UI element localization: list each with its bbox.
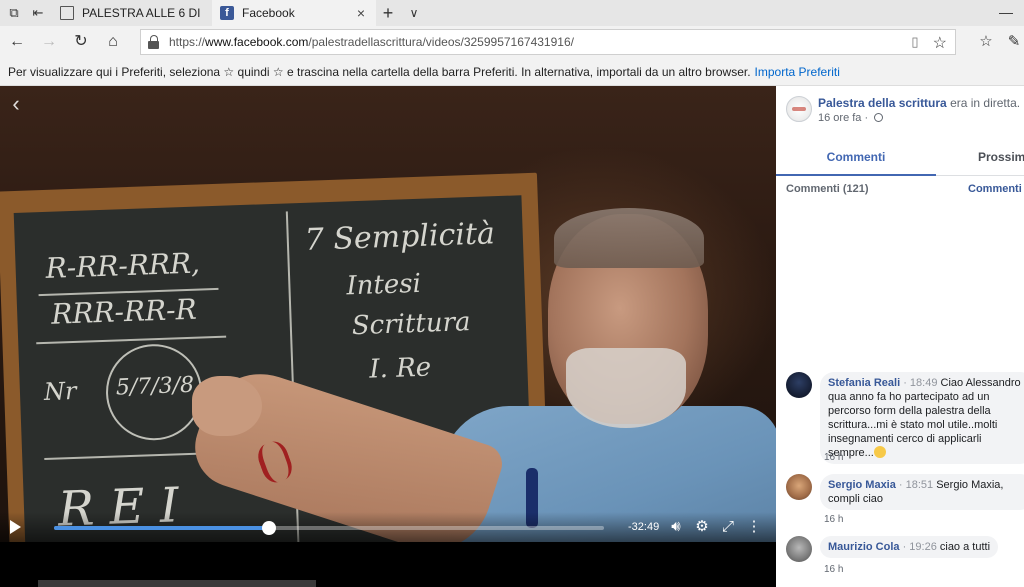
chalk-text: I. Re bbox=[368, 352, 432, 385]
facebook-icon: f bbox=[220, 6, 234, 20]
play-icon[interactable] bbox=[10, 520, 21, 534]
post-panel: Palestra della scrittura era in diretta.… bbox=[776, 86, 1024, 587]
comment-age[interactable]: 16 h bbox=[824, 452, 843, 463]
comment-age[interactable]: 16 h bbox=[824, 514, 843, 525]
lock-icon bbox=[147, 35, 161, 49]
volume-icon[interactable]: 🔊︎ bbox=[666, 517, 686, 537]
comments-sort-dropdown[interactable]: Commenti in bbox=[968, 183, 1024, 195]
tab-title: Facebook bbox=[242, 6, 295, 20]
favorites-bar: Per visualizzare qui i Preferiti, selezi… bbox=[0, 58, 1024, 86]
url-text: https://www.facebook.com/palestradellasc… bbox=[169, 35, 574, 49]
new-tab-button[interactable]: + bbox=[378, 3, 398, 23]
smile-emoji-icon bbox=[873, 446, 886, 458]
globe-icon bbox=[874, 113, 884, 122]
comment-author[interactable]: Maurizio Cola bbox=[828, 541, 900, 553]
comment-bubble: Sergio Maxia · 18:51 Sergio Maxia, compl… bbox=[820, 474, 1024, 510]
avatar[interactable] bbox=[786, 474, 812, 500]
refresh-icon[interactable]: ↻ bbox=[70, 32, 92, 52]
favorites-hub-icon[interactable]: ☆ bbox=[976, 32, 996, 50]
tab-title: PALESTRA ALLE 6 DI SERA: F bbox=[82, 6, 204, 20]
chalk-text: R-RR-RRR, bbox=[45, 246, 201, 285]
address-bar[interactable]: https://www.facebook.com/palestradellasc… bbox=[140, 29, 956, 55]
set-aside-tabs-icon[interactable]: ⇤ bbox=[28, 4, 48, 22]
favorites-hint: Per visualizzare qui i Preferiti, selezi… bbox=[8, 64, 751, 79]
forward-arrow-icon[interactable]: → bbox=[38, 32, 60, 52]
tab-bar: ⧉ ⇤ PALESTRA ALLE 6 DI SERA: F f Faceboo… bbox=[0, 0, 1024, 26]
chalk-text: Scrittura bbox=[351, 307, 472, 342]
back-arrow-icon[interactable]: ← bbox=[6, 32, 28, 52]
import-favorites-link[interactable]: Importa Preferiti bbox=[755, 65, 840, 79]
chalk-text: Nr bbox=[43, 376, 77, 407]
chalk-text: RRR-RR-R bbox=[50, 292, 198, 331]
avatar[interactable] bbox=[786, 536, 812, 562]
comment-age[interactable]: 16 h bbox=[824, 564, 843, 575]
post-time: 16 ore fa · bbox=[818, 112, 884, 124]
comment-bubble: Maurizio Cola · 19:26 ciao a tutti bbox=[820, 536, 999, 558]
comments-count: Commenti (121) bbox=[786, 183, 869, 195]
gear-icon[interactable]: ⚙ bbox=[692, 517, 712, 537]
tab-comments[interactable]: Commenti bbox=[776, 144, 936, 176]
comment-text: ciao a tutti bbox=[939, 541, 991, 553]
tab-palestra[interactable]: PALESTRA ALLE 6 DI SERA: F bbox=[52, 0, 212, 26]
fullscreen-icon[interactable]: ⤢ bbox=[718, 517, 738, 537]
comment-author[interactable]: Stefania Reali bbox=[828, 377, 900, 389]
minimize-button[interactable]: — bbox=[996, 4, 1016, 20]
comment-bubble: Stefania Reali · 18:49 Ciao Alessandro q… bbox=[820, 372, 1024, 464]
navigation-bar: ← → ↻ ⌂ https://www.facebook.com/palestr… bbox=[0, 26, 1024, 58]
video-controls: -32:49 🔊︎ ⚙ ⤢ ⋮ bbox=[0, 512, 776, 542]
comment-author[interactable]: Sergio Maxia bbox=[828, 479, 896, 491]
close-icon[interactable]: × bbox=[354, 5, 368, 21]
favorite-star-icon[interactable]: ☆ bbox=[933, 33, 947, 53]
page-name-link[interactable]: Palestra della scrittura bbox=[818, 96, 947, 110]
progress-bar[interactable] bbox=[54, 521, 604, 535]
more-icon[interactable]: ⋮ bbox=[744, 517, 764, 537]
chalk-text: 7 Semplicità bbox=[304, 216, 496, 258]
tab-facebook[interactable]: f Facebook × bbox=[212, 0, 376, 26]
video-frame: R-RR-RRR, RRR-RR-R Nr 5/7/3/8 7 Semplici… bbox=[0, 86, 776, 542]
progress-handle[interactable] bbox=[261, 521, 276, 535]
chalk-text: 5/7/3/8 bbox=[115, 372, 195, 401]
post-header: Palestra della scrittura era in diretta. bbox=[818, 96, 1021, 110]
reading-view-icon[interactable]: ▯ bbox=[907, 34, 923, 50]
tab-next[interactable]: Prossimo bbox=[978, 144, 1024, 176]
page-avatar[interactable] bbox=[786, 96, 812, 122]
comment-text: Ciao Alessandro qua anno fa ho partecipa… bbox=[828, 377, 1021, 459]
tab-manager-icon[interactable]: ⧉ bbox=[4, 4, 24, 22]
pen-icon[interactable]: ✎ bbox=[1004, 32, 1024, 50]
chalk-text: Intesi bbox=[345, 268, 422, 302]
video-player[interactable]: R-RR-RRR, RRR-RR-R Nr 5/7/3/8 7 Semplici… bbox=[0, 86, 776, 587]
panel-tabs: Commenti Prossimo bbox=[776, 144, 1024, 176]
chevron-left-icon[interactable]: ‹ bbox=[6, 92, 26, 116]
time-remaining: -32:49 bbox=[628, 521, 660, 533]
home-icon[interactable]: ⌂ bbox=[102, 32, 124, 52]
page-icon bbox=[60, 6, 74, 20]
chevron-down-icon[interactable]: ∨ bbox=[404, 3, 424, 23]
progress-fill bbox=[54, 526, 269, 530]
avatar[interactable] bbox=[786, 372, 812, 398]
